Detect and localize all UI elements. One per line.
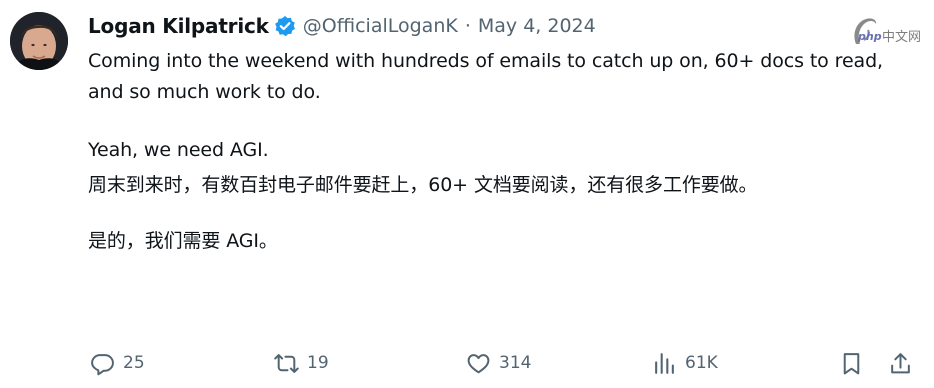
views-icon: [655, 352, 674, 374]
author-name[interactable]: Logan Kilpatrick: [88, 14, 269, 38]
watermark-brand: php: [858, 30, 882, 43]
avatar-portrait: [10, 12, 68, 70]
retweet-button[interactable]: 19: [274, 344, 329, 382]
tweet-paragraph: Yeah, we need AGI.: [88, 139, 269, 161]
bookmark-icon: [843, 352, 860, 374]
share-icon: [891, 352, 910, 373]
header-separator: ·: [464, 15, 471, 37]
retweet-count: 19: [307, 353, 329, 373]
like-button[interactable]: 314: [466, 344, 531, 382]
site-watermark: php 中文网: [850, 14, 934, 50]
like-count: 314: [499, 353, 532, 373]
like-icon: [467, 353, 490, 373]
views-button[interactable]: 61K: [652, 344, 718, 382]
author-avatar[interactable]: [10, 12, 68, 70]
share-button[interactable]: [888, 344, 921, 382]
tweet-text: Coming into the weekend with hundreds of…: [88, 46, 924, 257]
views-count: 61K: [685, 353, 718, 373]
tweet-action-bar: 25 19 314 61K: [88, 344, 918, 382]
author-handle[interactable]: @OfficialLoganK: [303, 15, 458, 37]
bookmark-button[interactable]: [839, 344, 872, 382]
retweet-icon: [274, 353, 299, 373]
reply-icon: [91, 353, 114, 375]
tweet-paragraph-translation: 周末到来时，有数百封电子邮件要赶上，60+ 文档要阅读，还有很多工作要做。: [88, 174, 758, 196]
reply-count: 25: [123, 353, 145, 373]
verified-badge-icon: [274, 15, 296, 37]
tweet-header: Logan Kilpatrick @OfficialLoganK · May 4…: [88, 9, 596, 43]
watermark-text: 中文网: [882, 30, 922, 45]
reply-button[interactable]: 25: [90, 344, 145, 382]
tweet-date[interactable]: May 4, 2024: [478, 15, 596, 37]
tweet-paragraph-translation: 是的，我们需要 AGI。: [88, 230, 278, 252]
tweet-paragraph: Coming into the weekend with hundreds of…: [88, 50, 883, 103]
